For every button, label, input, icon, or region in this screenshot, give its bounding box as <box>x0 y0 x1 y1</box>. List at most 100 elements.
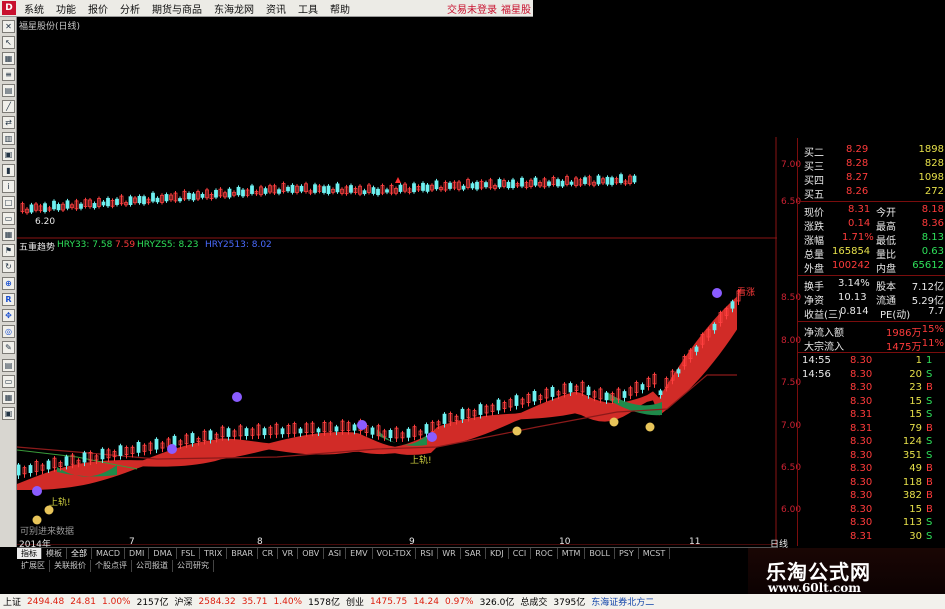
tab-boll[interactable]: BOLL <box>585 548 615 559</box>
subtab-item[interactable]: 扩展区 <box>17 560 50 572</box>
tab-wr[interactable]: WR <box>438 548 461 559</box>
tab-asi[interactable]: ASI <box>324 548 347 559</box>
tab-mcst[interactable]: MCST <box>639 548 671 559</box>
menu-donghai[interactable]: 东海龙网 <box>208 1 260 16</box>
index-change: 35.71 <box>241 596 268 607</box>
candle-body <box>658 390 663 395</box>
fund-value: 10.13 <box>838 292 867 303</box>
tick-price: 8.30 <box>850 436 873 447</box>
tab-指标[interactable]: 指标 <box>17 548 42 559</box>
ask-price: 8.29 <box>846 144 869 155</box>
tab-kdj[interactable]: KDJ <box>486 548 509 559</box>
subtab-item[interactable]: 公司报道 <box>132 560 173 572</box>
candle-body <box>17 464 21 476</box>
menu-news[interactable]: 资讯 <box>260 1 292 16</box>
signal-dot-icon <box>32 486 42 496</box>
watermark-url: www.60lt.com <box>768 581 861 595</box>
tab-emv[interactable]: EMV <box>346 548 373 559</box>
signal-dot-icon <box>232 392 242 402</box>
compare-icon[interactable]: ⇄ <box>2 116 15 129</box>
candle-body <box>316 428 321 433</box>
tick-flag: S <box>926 436 933 447</box>
window-icon[interactable]: ▣ <box>2 148 15 161</box>
pencil-icon[interactable]: ✎ <box>2 341 15 354</box>
tab-macd[interactable]: MACD <box>92 548 125 559</box>
rsi-icon[interactable]: R <box>2 293 15 306</box>
menu-quote[interactable]: 报价 <box>82 1 114 16</box>
tab-vr[interactable]: VR <box>278 548 299 559</box>
tab-模板[interactable]: 模板 <box>42 548 67 559</box>
fund-label: 流通 <box>876 296 896 307</box>
tab-dma[interactable]: DMA <box>149 548 177 559</box>
tab-obv[interactable]: OBV <box>298 548 325 559</box>
table-icon[interactable]: ▥ <box>2 132 15 145</box>
menu-tools[interactable]: 工具 <box>292 1 324 16</box>
flow-row: 大宗流入 1475万 11% <box>798 338 945 353</box>
tab-psy[interactable]: PSY <box>615 548 639 559</box>
list-icon[interactable]: ≡ <box>2 68 15 81</box>
trade-login-status[interactable]: 交易未登录 <box>443 1 501 16</box>
fund-label: 换手 <box>804 282 824 293</box>
page-icon[interactable]: ▭ <box>2 212 15 225</box>
flag-icon[interactable]: ⚑ <box>2 244 15 257</box>
bar-icon[interactable]: ▮ <box>2 164 15 177</box>
tab-cr[interactable]: CR <box>258 548 279 559</box>
candle-body <box>497 179 502 188</box>
tab-rsi[interactable]: RSI <box>416 548 439 559</box>
tab-全部[interactable]: 全部 <box>67 548 92 559</box>
tab-trix[interactable]: TRIX <box>200 548 228 559</box>
doc-icon[interactable]: ▭ <box>2 375 15 388</box>
tab-roc[interactable]: ROC <box>531 548 558 559</box>
app-logo-icon[interactable]: D <box>2 1 16 15</box>
candle-body <box>208 430 213 440</box>
ask-row: 买三 8.28 828 <box>798 158 945 173</box>
layer-icon[interactable]: ▣ <box>2 407 15 420</box>
tab-cci[interactable]: CCI <box>509 548 532 559</box>
menu-function[interactable]: 功能 <box>50 1 82 16</box>
line-icon[interactable]: ╱ <box>2 100 15 113</box>
cursor-icon[interactable]: ↖ <box>2 36 15 49</box>
quote-panel: 买二 8.29 1898 买三 8.28 828 买四 8.27 1098 买五… <box>797 138 945 546</box>
tick-row: 8.31 15 S <box>798 409 945 422</box>
tab-sar[interactable]: SAR <box>461 548 486 559</box>
kline-chart[interactable]: 福星股份(日线) 五重趋势 HRY33: 7.58 7.59 HRYZS5: 8… <box>17 17 777 550</box>
subtab-item[interactable]: 个股点评 <box>91 560 132 572</box>
menu-analysis[interactable]: 分析 <box>114 1 146 16</box>
box-icon[interactable]: □ <box>2 196 15 209</box>
tick-price: 8.30 <box>850 449 873 461</box>
index-value: 1475.75 <box>370 596 408 607</box>
cell-icon[interactable]: ▦ <box>2 391 15 404</box>
panel-icon[interactable]: ▤ <box>2 359 15 372</box>
tab-mtm[interactable]: MTM <box>558 548 586 559</box>
tick-row: 8.30 124 S <box>798 436 945 449</box>
refresh-icon[interactable]: ↻ <box>2 260 15 273</box>
candle-body <box>115 198 119 205</box>
subtab-item[interactable]: 关联报价 <box>50 560 91 572</box>
stat-label: 总量 <box>804 250 824 261</box>
menu-futures[interactable]: 期货与商品 <box>146 1 208 16</box>
grid-icon[interactable]: ▦ <box>2 52 15 65</box>
menu-help[interactable]: 帮助 <box>324 1 356 16</box>
candle-body <box>164 194 169 202</box>
tab-fsl[interactable]: FSL <box>177 548 200 559</box>
candle-body <box>398 184 403 192</box>
indicator-value-2: 7.59 <box>115 240 136 250</box>
candle-body <box>425 184 430 192</box>
chart-icon[interactable]: ▤ <box>2 84 15 97</box>
tick-row: 8.30 351 S <box>798 450 945 463</box>
stat-label: 现价 <box>804 208 824 219</box>
subtab-item[interactable]: 公司研究 <box>173 560 214 572</box>
menu-system[interactable]: 系统 <box>18 1 50 16</box>
tile-icon[interactable]: ▦ <box>2 228 15 241</box>
tab-brar[interactable]: BRAR <box>227 548 259 559</box>
tick-row: 8.31 30 S <box>798 531 945 544</box>
tab-vol-tdx[interactable]: VOL-TDX <box>373 548 417 559</box>
move-icon[interactable]: ✥ <box>2 309 15 322</box>
tab-dmi[interactable]: DMI <box>125 548 150 559</box>
info-icon[interactable]: i <box>2 180 15 193</box>
zoom-icon[interactable]: ⊕ <box>2 277 15 290</box>
signal-dot-icon <box>427 432 437 442</box>
chart-canvas[interactable] <box>17 17 777 545</box>
target-icon[interactable]: ◎ <box>2 325 15 338</box>
close-icon[interactable]: ✕ <box>2 20 15 33</box>
